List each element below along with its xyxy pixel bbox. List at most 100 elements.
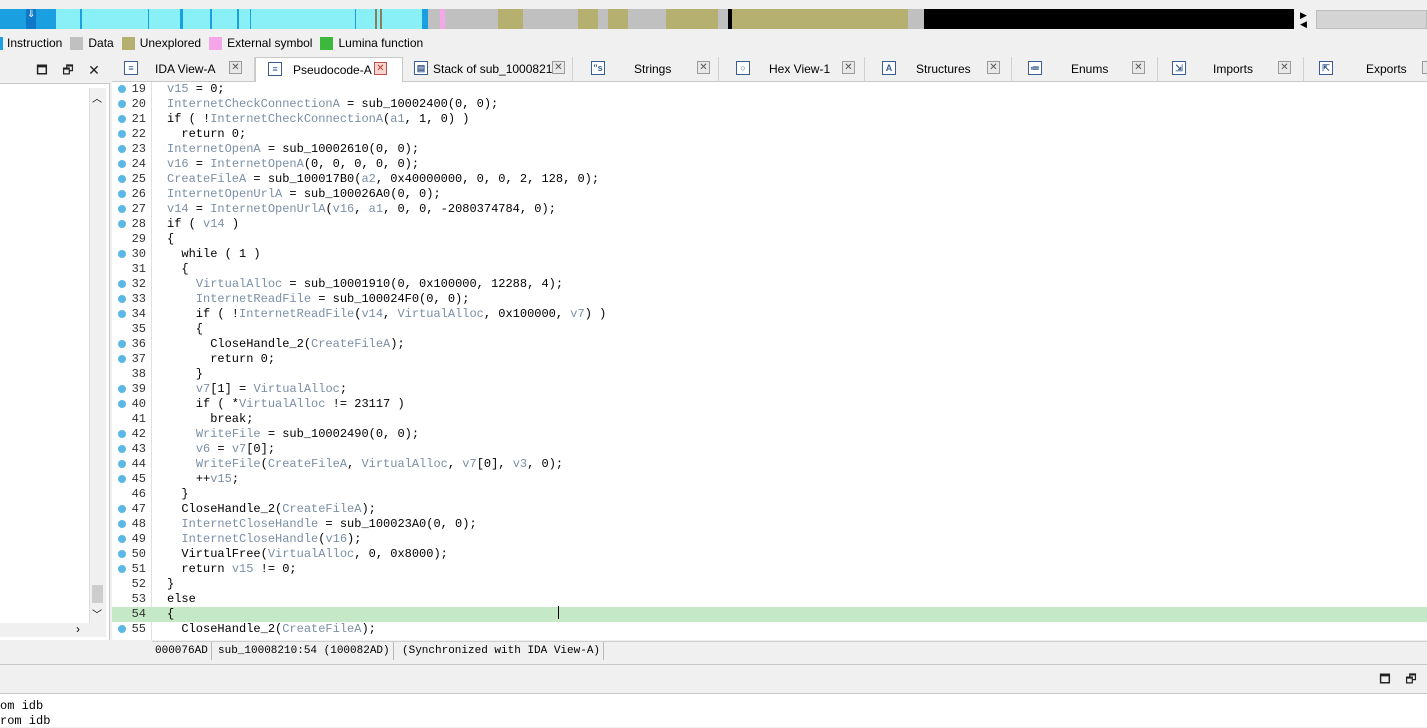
code-line[interactable]: 32 VirtualAlloc = sub_10001910(0, 0x1000… (112, 277, 1427, 292)
code-line[interactable]: 33 InternetReadFile = sub_100024F0(0, 0)… (112, 292, 1427, 307)
code-line[interactable]: 52} (112, 577, 1427, 592)
breakpoint-dot-icon[interactable] (118, 190, 126, 198)
tab-ida-view-a[interactable]: ≡ IDA View-A ✕ (112, 57, 255, 82)
code-line[interactable]: 22 return 0; (112, 127, 1427, 142)
code-text[interactable]: { (167, 262, 188, 277)
code-line[interactable]: 48 InternetCloseHandle = sub_100023A0(0,… (112, 517, 1427, 532)
breakpoint-dot-icon[interactable] (118, 145, 126, 153)
code-text[interactable]: v14 = InternetOpenUrlA(v16, a1, 0, 0, -2… (167, 202, 556, 217)
maximize-icon[interactable]: 🗖 (34, 62, 50, 78)
breakpoint-dot-icon[interactable] (118, 565, 126, 573)
restore-icon[interactable]: 🗗 (60, 62, 76, 78)
breakpoint-dot-icon[interactable] (118, 385, 126, 393)
breakpoint-dot-icon[interactable] (118, 355, 126, 363)
breakpoint-dot-icon[interactable] (118, 505, 126, 513)
tab-close-icon[interactable]: ✕ (552, 61, 565, 74)
breakpoint-dot-icon[interactable] (118, 175, 126, 183)
code-line[interactable]: 21 if ( !InternetCheckConnectionA(a1, 1, … (112, 112, 1427, 127)
tab-close-icon[interactable]: ✕ (374, 62, 387, 75)
code-text[interactable]: WriteFile = sub_10002490(0, 0); (167, 427, 419, 442)
close-icon[interactable]: ✕ (86, 62, 102, 78)
code-text[interactable]: VirtualAlloc = sub_10001910(0, 0x100000,… (167, 277, 563, 292)
breakpoint-dot-icon[interactable] (118, 430, 126, 438)
code-text[interactable]: InternetCloseHandle = sub_100023A0(0, 0)… (167, 517, 476, 532)
code-text[interactable]: { (167, 322, 203, 337)
code-line[interactable]: 35 { (112, 322, 1427, 337)
tab-structures[interactable]: A Structures ✕ (865, 57, 1012, 82)
navigation-strip[interactable]: ⇓ (0, 9, 1294, 29)
code-text[interactable]: CloseHandle_2(CreateFileA); (167, 622, 375, 637)
code-text[interactable]: ++v15; (167, 472, 239, 487)
code-text[interactable]: WriteFile(CreateFileA, VirtualAlloc, v7[… (167, 457, 563, 472)
code-line[interactable]: 51 return v15 != 0; (112, 562, 1427, 577)
code-text[interactable]: v6 = v7[0]; (167, 442, 275, 457)
functions-vertical-scrollbar[interactable]: ︿ ﹀ (89, 88, 106, 623)
breakpoint-dot-icon[interactable] (118, 535, 126, 543)
code-line[interactable]: 30 while ( 1 ) (112, 247, 1427, 262)
breakpoint-dot-icon[interactable] (118, 475, 126, 483)
code-text[interactable]: if ( v14 ) (167, 217, 239, 232)
breakpoint-dot-icon[interactable] (118, 400, 126, 408)
code-line[interactable]: 40 if ( *VirtualAlloc != 23117 ) (112, 397, 1427, 412)
tab-close-icon[interactable]: ✕ (987, 61, 1000, 74)
code-text[interactable]: CloseHandle_2(CreateFileA); (167, 337, 404, 352)
functions-horizontal-scrollbar[interactable]: › (0, 622, 106, 637)
breakpoint-dot-icon[interactable] (118, 205, 126, 213)
code-line[interactable]: 44 WriteFile(CreateFileA, VirtualAlloc, … (112, 457, 1427, 472)
code-line[interactable]: 19 v15 = 0; (112, 82, 1427, 97)
code-text[interactable]: { (167, 232, 174, 247)
code-text[interactable]: } (167, 487, 188, 502)
code-line[interactable]: 53 else (112, 592, 1427, 607)
code-line[interactable]: 49 InternetCloseHandle(v16); (112, 532, 1427, 547)
code-line[interactable]: 46 } (112, 487, 1427, 502)
breakpoint-dot-icon[interactable] (118, 340, 126, 348)
code-text[interactable]: InternetOpenA = sub_10002610(0, 0); (167, 142, 419, 157)
code-line[interactable]: 36 CloseHandle_2(CreateFileA); (112, 337, 1427, 352)
code-line[interactable]: 26 InternetOpenUrlA = sub_100026A0(0, 0); (112, 187, 1427, 202)
code-text[interactable]: while ( 1 ) (167, 247, 260, 262)
code-text[interactable]: } (167, 577, 174, 592)
restore-icon[interactable]: 🗗 (1403, 671, 1419, 687)
code-text[interactable]: else (167, 592, 196, 607)
maximize-icon[interactable]: 🗖 (1377, 671, 1393, 687)
tab-close-icon[interactable] (1422, 61, 1427, 74)
breakpoint-dot-icon[interactable] (118, 130, 126, 138)
functions-scroll-thumb[interactable] (92, 585, 103, 603)
tab-bar[interactable]: ≡ IDA View-A ✕ ≡ Pseudocode-A ✕ ▤ Stack … (112, 57, 1427, 83)
code-line[interactable]: 50 VirtualFree(VirtualAlloc, 0, 0x8000); (112, 547, 1427, 562)
code-line[interactable]: 41 break; (112, 412, 1427, 427)
code-text[interactable]: return v15 != 0; (167, 562, 296, 577)
code-line[interactable]: 34 if ( !InternetReadFile(v14, VirtualAl… (112, 307, 1427, 322)
tab-hex-view-1[interactable]: ○ Hex View-1 ✕ (719, 57, 865, 82)
code-line[interactable]: 42 WriteFile = sub_10002490(0, 0); (112, 427, 1427, 442)
code-text[interactable]: InternetCloseHandle(v16); (167, 532, 361, 547)
code-text[interactable]: break; (167, 412, 253, 427)
tab-stack[interactable]: ▤ Stack of sub_10008210 ✕ (403, 57, 573, 82)
breakpoint-dot-icon[interactable] (118, 220, 126, 228)
code-text[interactable]: { (167, 607, 174, 622)
breakpoint-dot-icon[interactable] (118, 625, 126, 633)
chevron-up-icon[interactable]: ︿ (92, 90, 102, 105)
breakpoint-dot-icon[interactable] (118, 115, 126, 123)
breakpoint-dot-icon[interactable] (118, 100, 126, 108)
tab-enums[interactable]: ≔ Enums ✕ (1012, 57, 1158, 82)
code-text[interactable]: if ( !InternetCheckConnectionA(a1, 1, 0)… (167, 112, 469, 127)
tab-close-icon[interactable]: ✕ (1278, 61, 1291, 74)
tab-close-icon[interactable]: ✕ (229, 61, 242, 74)
code-text[interactable]: CreateFileA = sub_100017B0(a2, 0x4000000… (167, 172, 599, 187)
code-text[interactable]: } (167, 367, 203, 382)
code-text[interactable]: v16 = InternetOpenA(0, 0, 0, 0, 0); (167, 157, 419, 172)
code-line[interactable]: 55 CloseHandle_2(CreateFileA); (112, 622, 1427, 637)
code-line[interactable]: 29 { (112, 232, 1427, 247)
breakpoint-dot-icon[interactable] (118, 445, 126, 453)
nav-scroll-arrows[interactable]: ▶ ◀ (1297, 9, 1311, 29)
breakpoint-dot-icon[interactable] (118, 550, 126, 558)
code-line[interactable]: 39 v7[1] = VirtualAlloc; (112, 382, 1427, 397)
code-text[interactable]: if ( *VirtualAlloc != 23117 ) (167, 397, 405, 412)
code-text[interactable]: InternetCheckConnectionA = sub_10002400(… (167, 97, 498, 112)
code-line[interactable]: 25 CreateFileA = sub_100017B0(a2, 0x40000… (112, 172, 1427, 187)
tab-exports[interactable]: ⇱ Exports (1304, 57, 1427, 82)
breakpoint-dot-icon[interactable] (118, 160, 126, 168)
triangle-left-icon[interactable]: ◀ (1300, 19, 1307, 30)
code-text[interactable]: CloseHandle_2(CreateFileA); (167, 502, 375, 517)
